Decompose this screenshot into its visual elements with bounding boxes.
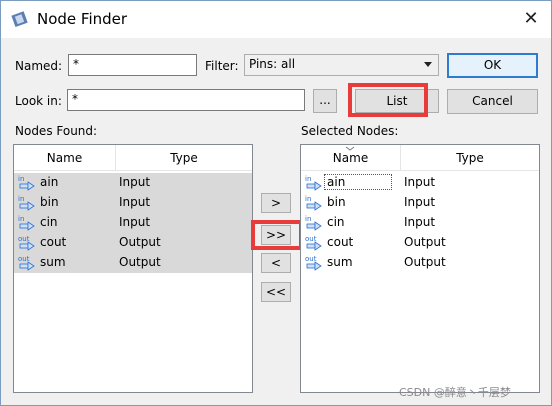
- node-name: bin: [327, 195, 346, 209]
- watermark-text: CSDN @醉意丶千层梦: [399, 386, 511, 399]
- window-title: Node Finder: [37, 10, 128, 28]
- pin-tag: in: [305, 175, 311, 183]
- nodes-found-header: Name Type: [14, 145, 252, 171]
- filter-label: Filter:: [205, 59, 239, 73]
- table-row[interactable]: out cout Output: [14, 233, 252, 253]
- node-name: cout: [327, 235, 354, 249]
- filter-select-value: Pins: all: [249, 57, 296, 71]
- nodes-found-label: Nodes Found:: [15, 124, 98, 138]
- node-type: Input: [119, 195, 151, 209]
- table-row[interactable]: in bin Input: [301, 193, 539, 213]
- chevron-down-icon: [424, 62, 432, 67]
- table-row[interactable]: out sum Output: [14, 253, 252, 273]
- lookin-input[interactable]: *: [67, 89, 305, 111]
- table-row[interactable]: out cout Output: [301, 233, 539, 253]
- input-pin-icon: in: [18, 195, 35, 211]
- node-name: ain: [323, 174, 393, 190]
- nodes-found-col-type[interactable]: Type: [116, 145, 252, 171]
- input-pin-icon: in: [305, 215, 322, 231]
- close-icon[interactable]: ✕: [521, 9, 541, 29]
- node-type: Input: [404, 215, 436, 229]
- remove-one-button[interactable]: <: [261, 253, 291, 273]
- selected-nodes-col-name[interactable]: Name: [301, 145, 401, 171]
- add-one-button[interactable]: >: [261, 193, 291, 213]
- named-label: Named:: [15, 59, 63, 73]
- table-row[interactable]: out sum Output: [301, 253, 539, 273]
- table-row[interactable]: in cin Input: [14, 213, 252, 233]
- input-pin-icon: in: [18, 175, 35, 191]
- selected-nodes-label: Selected Nodes:: [301, 124, 399, 138]
- output-pin-icon: out: [18, 235, 35, 251]
- remove-all-button[interactable]: <<: [261, 282, 291, 302]
- pin-tag: in: [305, 215, 311, 223]
- node-type: Input: [404, 175, 436, 189]
- node-type: Output: [404, 255, 446, 269]
- selected-nodes-col-name-label: Name: [332, 151, 369, 165]
- table-row[interactable]: in ain Input: [14, 173, 252, 193]
- pin-tag: in: [18, 175, 24, 183]
- node-finder-dialog: Node Finder ✕ Named: * Filter: Pins: all…: [0, 0, 552, 406]
- named-input[interactable]: *: [68, 54, 197, 76]
- node-name: cin: [40, 215, 58, 229]
- pin-tag: in: [18, 195, 24, 203]
- node-type: Input: [404, 195, 436, 209]
- node-name: bin: [40, 195, 59, 209]
- node-name: sum: [327, 255, 353, 269]
- add-all-highlight-box: [251, 220, 303, 250]
- selected-nodes-col-type[interactable]: Type: [401, 145, 539, 171]
- pin-tag: in: [18, 215, 24, 223]
- node-name: sum: [40, 255, 66, 269]
- node-finder-app-icon: [11, 11, 28, 28]
- selected-nodes-list[interactable]: Name Type in ain Input in bin Input in cin Input…: [300, 144, 540, 393]
- node-name: ain: [40, 175, 59, 189]
- pin-tag: in: [305, 195, 311, 203]
- cancel-button[interactable]: Cancel: [447, 89, 538, 114]
- nodes-found-col-name[interactable]: Name: [14, 145, 116, 171]
- table-row[interactable]: in cin Input: [301, 213, 539, 233]
- output-pin-icon: out: [305, 235, 322, 251]
- title-bar: Node Finder ✕: [1, 1, 551, 38]
- output-pin-icon: out: [305, 255, 322, 271]
- node-type: Input: [119, 175, 151, 189]
- node-type: Input: [119, 215, 151, 229]
- input-pin-icon: in: [305, 175, 322, 191]
- output-pin-icon: out: [18, 255, 35, 271]
- node-name: cout: [40, 235, 67, 249]
- filter-select[interactable]: Pins: all: [244, 54, 439, 76]
- browse-button[interactable]: ...: [313, 89, 337, 113]
- ok-button[interactable]: OK: [447, 53, 538, 78]
- sort-chevron-icon: [345, 146, 355, 151]
- table-row[interactable]: in ain Input: [301, 173, 539, 193]
- lookin-label: Look in:: [15, 94, 62, 108]
- list-highlight-box: [348, 83, 428, 117]
- selected-nodes-header: Name Type: [301, 145, 539, 171]
- input-pin-icon: in: [305, 195, 322, 211]
- input-pin-icon: in: [18, 215, 35, 231]
- node-type: Output: [119, 255, 161, 269]
- node-type: Output: [119, 235, 161, 249]
- node-name: cin: [327, 215, 345, 229]
- node-type: Output: [404, 235, 446, 249]
- table-row[interactable]: in bin Input: [14, 193, 252, 213]
- nodes-found-list[interactable]: Name Type in ain Input in bin Input in cin Input…: [13, 144, 253, 393]
